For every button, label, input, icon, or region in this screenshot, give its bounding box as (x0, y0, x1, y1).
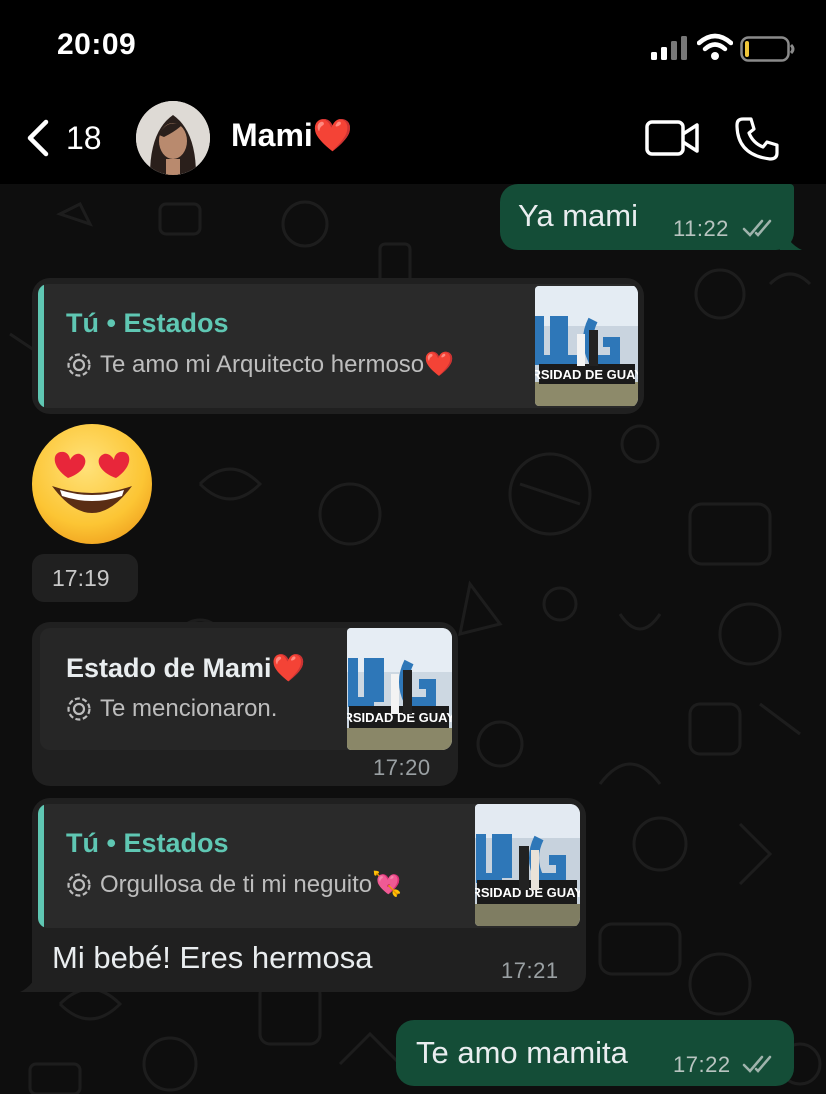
double-check-icon (742, 219, 772, 237)
message-time: 17:20 (373, 755, 431, 780)
message-time: 17:21 (501, 958, 559, 983)
status-bar: 20:09 (0, 0, 826, 96)
thumbnail-sign-text: UNIVERSIDAD DE GUAYAQUIL (535, 367, 638, 382)
chat-header (0, 96, 826, 184)
message-time: 17:22 (673, 1052, 731, 1077)
status-thumbnail[interactable]: UNIVERSIDAD DE GUAYAQUIL (535, 286, 638, 406)
battery-icon (740, 36, 795, 62)
contact-name[interactable]: Mami❤️ (231, 116, 353, 154)
cellular-signal-icon (651, 36, 687, 60)
quote-subtitle: Te mencionaron. (100, 695, 278, 722)
message-text: Ya mami (518, 198, 639, 233)
quoted-status[interactable]: Tú • Estados Orgullosa de ti mi neguito💘… (38, 804, 580, 928)
quote-title: Estado de Mami❤️ (66, 653, 306, 683)
message-time: 11:22 (673, 216, 729, 241)
quote-accent-bar (38, 284, 44, 408)
heart-arrow-emoji: 💘 (372, 871, 403, 898)
quote-title: Tú • Estados (66, 308, 229, 338)
chat-area[interactable]: Ya mami 11:22 Tú • Estados Te amo mi Arq… (0, 184, 826, 1094)
status-thumbnail[interactable]: UNIVERSIDAD DE GUAYAQUIL (347, 628, 452, 750)
heart-emoji: ❤️ (424, 351, 455, 378)
status-ring-icon (67, 353, 91, 377)
message-text: Mi bebé! Eres hermosa (52, 940, 373, 975)
unread-count[interactable]: 18 (66, 120, 102, 157)
quote-accent-bar (38, 804, 44, 928)
quote-subtitle: Orgullosa de ti mi neguito💘 (100, 871, 403, 898)
video-call-icon[interactable] (644, 119, 700, 157)
message-text: Te amo mamita (416, 1035, 628, 1070)
thumbnail-sign-text: UNIVERSIDAD DE GUAYAQUIL (347, 710, 452, 725)
double-check-icon (742, 1055, 772, 1073)
heart-emoji: ❤️ (312, 117, 353, 153)
bubble-tail (20, 964, 42, 992)
quoted-status[interactable]: Estado de Mami❤️ Te mencionaron. UNIVERS… (40, 628, 452, 750)
status-ring-icon (67, 697, 91, 721)
quoted-status[interactable]: Tú • Estados Te amo mi Arquitecto hermos… (38, 284, 638, 408)
status-ring-icon (67, 873, 91, 897)
bubble-tail (780, 224, 802, 250)
phone-call-icon[interactable] (734, 116, 780, 162)
avatar[interactable] (136, 101, 210, 175)
wifi-icon (697, 33, 733, 60)
message-time-chip: 17:19 (32, 554, 138, 602)
back-chevron-icon[interactable] (22, 118, 52, 158)
clock: 20:09 (57, 28, 137, 61)
quote-subtitle: Te amo mi Arquitecto hermoso❤️ (100, 351, 455, 378)
quote-title: Tú • Estados (66, 828, 229, 858)
heart-eyes-emoji[interactable] (28, 420, 156, 548)
heart-emoji: ❤️ (271, 653, 306, 683)
message-time: 17:19 (52, 565, 110, 591)
status-thumbnail[interactable]: UNIVERSIDAD DE GUAYAQUIL (475, 804, 580, 926)
